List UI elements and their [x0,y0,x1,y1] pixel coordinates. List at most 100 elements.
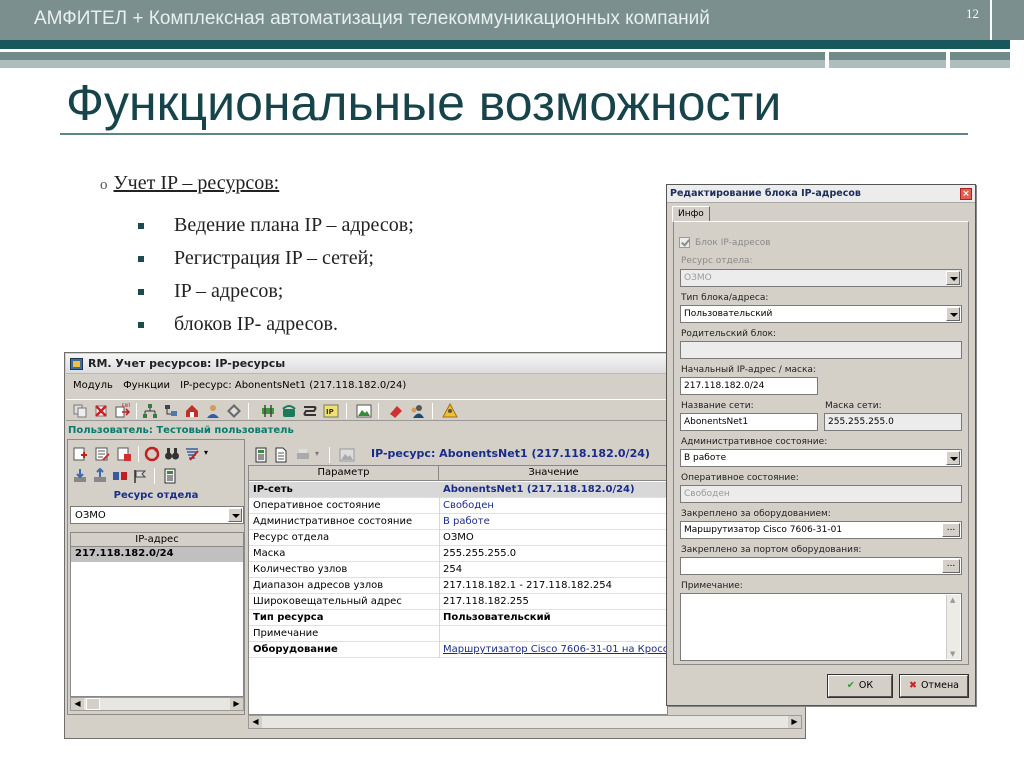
scroll-left-icon[interactable]: ◀ [71,698,84,710]
menu-module[interactable]: Модуль [73,380,113,391]
print-icon[interactable] [295,447,311,463]
warning-user-icon[interactable] [442,403,458,419]
scroll-down-icon[interactable]: ▼ [950,650,955,658]
dept-select[interactable]: ОЗМО [680,269,962,287]
table-row[interactable]: Ресурс отдела ОЗМО [249,530,667,546]
net-name-input[interactable]: AbonentsNet1 [680,413,818,431]
bullet-text: Регистрация IP – сетей; [174,247,374,269]
table-row[interactable]: IP-сеть AbonentsNet1 (217.118.182.0/24) [249,482,667,498]
dropdown-arrow-icon[interactable] [946,271,960,285]
chevron-down-icon[interactable]: ▾ [204,448,208,457]
flag-icon[interactable] [132,468,148,484]
exit-icon[interactable]: EXIT [114,403,130,419]
calculator-icon[interactable] [162,468,178,484]
param-name: Ресурс отдела [253,532,330,543]
menu-ip-resource[interactable]: IP-ресурс: AbonentsNet1 (217.118.182.0/2… [180,380,406,391]
building-icon[interactable] [184,403,200,419]
picture-icon[interactable] [356,403,372,419]
picture-icon[interactable] [339,447,355,463]
admin-state-select[interactable]: В работе [680,449,962,467]
net-mask-field[interactable]: 255.255.255.0 [824,413,962,431]
note-textarea[interactable]: ▲ ▼ [680,593,962,661]
table-row[interactable]: Количество узлов 254 [249,562,667,578]
param-value: 217.118.182.1 - 217.118.182.254 [443,580,613,591]
param-name: Маска [253,548,286,559]
bullet-text: IP – адресов; [174,280,284,302]
table-row[interactable]: Тип ресурса Пользовательский [249,610,667,626]
binoculars-icon[interactable] [164,446,180,462]
table-row[interactable]: Маска 255.255.255.0 [249,546,667,562]
cancel-button[interactable]: ✖ Отмена [899,674,969,698]
param-value: Маршрутизатор Cisco 7606-31-01 на Кросс … [443,644,668,655]
cancel-button-label: Отмена [920,680,960,691]
table-row[interactable]: Оборудование Маршрутизатор Cisco 7606-31-… [249,642,668,658]
document-icon[interactable] [273,447,289,463]
ip-icon[interactable]: IP [323,403,339,419]
type-select-value: Пользовательский [684,309,773,319]
node-icon[interactable] [226,403,242,419]
port-label: Закреплено за портом оборудования: [681,545,862,555]
import-icon[interactable] [72,468,88,484]
equipment-field[interactable]: Маршрутизатор Cisco 7606-31-01... [680,521,962,539]
dropdown-arrow-icon[interactable] [946,451,960,465]
parent-block-field[interactable] [680,341,962,359]
table-row[interactable]: Примечание [249,626,667,642]
menu-functions[interactable]: Функции [123,380,170,391]
delete-icon[interactable] [93,403,109,419]
remove-record-icon[interactable] [116,446,132,462]
hierarchy-icon[interactable] [163,403,179,419]
browse-port-button[interactable]: ... [942,559,960,573]
user-icon[interactable] [205,403,221,419]
scroll-up-icon[interactable]: ▲ [950,596,955,604]
admin-state-label: Административное состояние: [681,437,828,447]
note-vertical-scrollbar[interactable]: ▲ ▼ [946,595,960,659]
browse-equipment-button[interactable]: ... [942,523,960,537]
list-item[interactable]: 217.118.182.0/24 [71,547,243,562]
phone-icon[interactable] [281,403,297,419]
connector-icon[interactable] [260,403,276,419]
start-address-input[interactable]: 217.118.182.0/24 [680,377,818,395]
chevron-down-icon[interactable]: ▾ [315,449,319,458]
department-select[interactable]: ОЗМО [70,506,244,524]
ip-block-checkbox[interactable] [679,237,690,248]
type-select[interactable]: Пользовательский [680,305,962,323]
dialog-titlebar[interactable]: Редактирование блока IP-адресов × [667,185,975,203]
dropdown-arrow-icon[interactable] [228,508,242,522]
column-header-value[interactable]: Значение [439,466,667,481]
scroll-left-icon[interactable]: ◀ [249,716,262,728]
horizontal-scrollbar[interactable]: ◀ ▶ [70,697,244,711]
param-name: Оперативное состояние [253,500,381,511]
link-icon[interactable] [112,468,128,484]
dept-select-value: ОЗМО [684,273,712,283]
edit-record-icon[interactable] [94,446,110,462]
ok-button[interactable]: ✔ ОК [827,674,893,698]
tab-info[interactable]: Инфо [672,206,710,222]
app-icon [70,358,83,370]
table-row[interactable]: Административное состояние В работе [249,514,667,530]
tree-icon[interactable] [142,403,158,419]
dropdown-arrow-icon[interactable] [946,307,960,321]
eraser-icon[interactable] [388,403,404,419]
route-icon[interactable] [302,403,318,419]
refresh-icon[interactable] [144,446,160,462]
param-value: 254 [443,564,463,575]
scroll-right-icon[interactable]: ▶ [230,698,243,710]
calculator-icon[interactable] [253,447,269,463]
ip-address-column-header[interactable]: IP-адрес [70,532,244,547]
scroll-right-icon[interactable]: ▶ [788,716,801,728]
table-row[interactable]: Диапазон адресов узлов 217.118.182.1 - 21… [249,578,667,594]
port-field[interactable]: ... [680,557,962,575]
scroll-thumb[interactable] [86,698,100,710]
new-record-icon[interactable] [72,446,88,462]
users-icon[interactable] [409,403,425,419]
table-row[interactable]: Широковещательный адрес 217.118.182.255 [249,594,667,610]
copy-icon[interactable] [72,403,88,419]
filter-icon[interactable] [184,446,200,462]
table-row[interactable]: Оперативное состояние Свободен [249,498,667,514]
close-icon[interactable]: × [960,188,972,200]
export-icon[interactable] [92,468,108,484]
oper-state-field[interactable]: Свободен [680,485,962,503]
grid-horizontal-scrollbar[interactable]: ◀ ▶ [248,715,802,729]
column-header-parameter[interactable]: Параметр [249,466,439,481]
header-band-gap [946,52,950,68]
